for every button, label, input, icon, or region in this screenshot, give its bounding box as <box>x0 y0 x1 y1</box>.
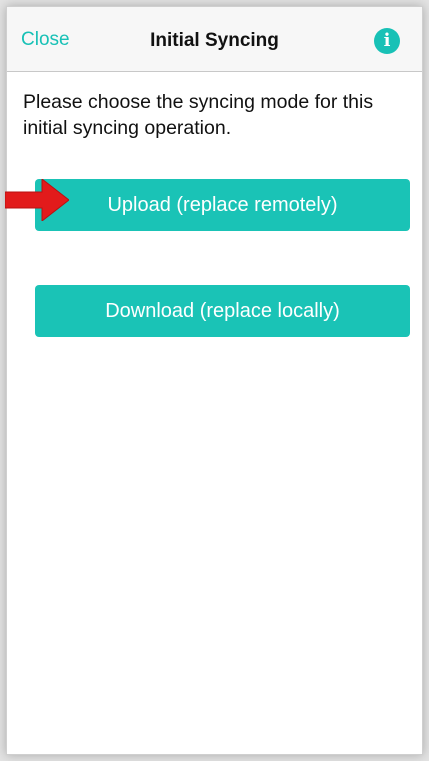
navigation-bar: Close Initial Syncing i <box>7 7 422 72</box>
app-screen: Close Initial Syncing i Please choose th… <box>6 6 423 755</box>
sync-mode-prompt: Please choose the syncing mode for this … <box>23 91 374 139</box>
red-arrow-shape <box>5 179 69 221</box>
download-button[interactable]: Download (replace locally) <box>35 285 410 337</box>
red-arrow-indicator-icon <box>5 179 69 221</box>
screenshot-frame: Close Initial Syncing i Please choose th… <box>0 0 429 761</box>
page-title: Initial Syncing <box>150 30 279 51</box>
upload-button[interactable]: Upload (replace remotely) <box>35 179 410 231</box>
info-icon[interactable]: i <box>374 28 400 54</box>
